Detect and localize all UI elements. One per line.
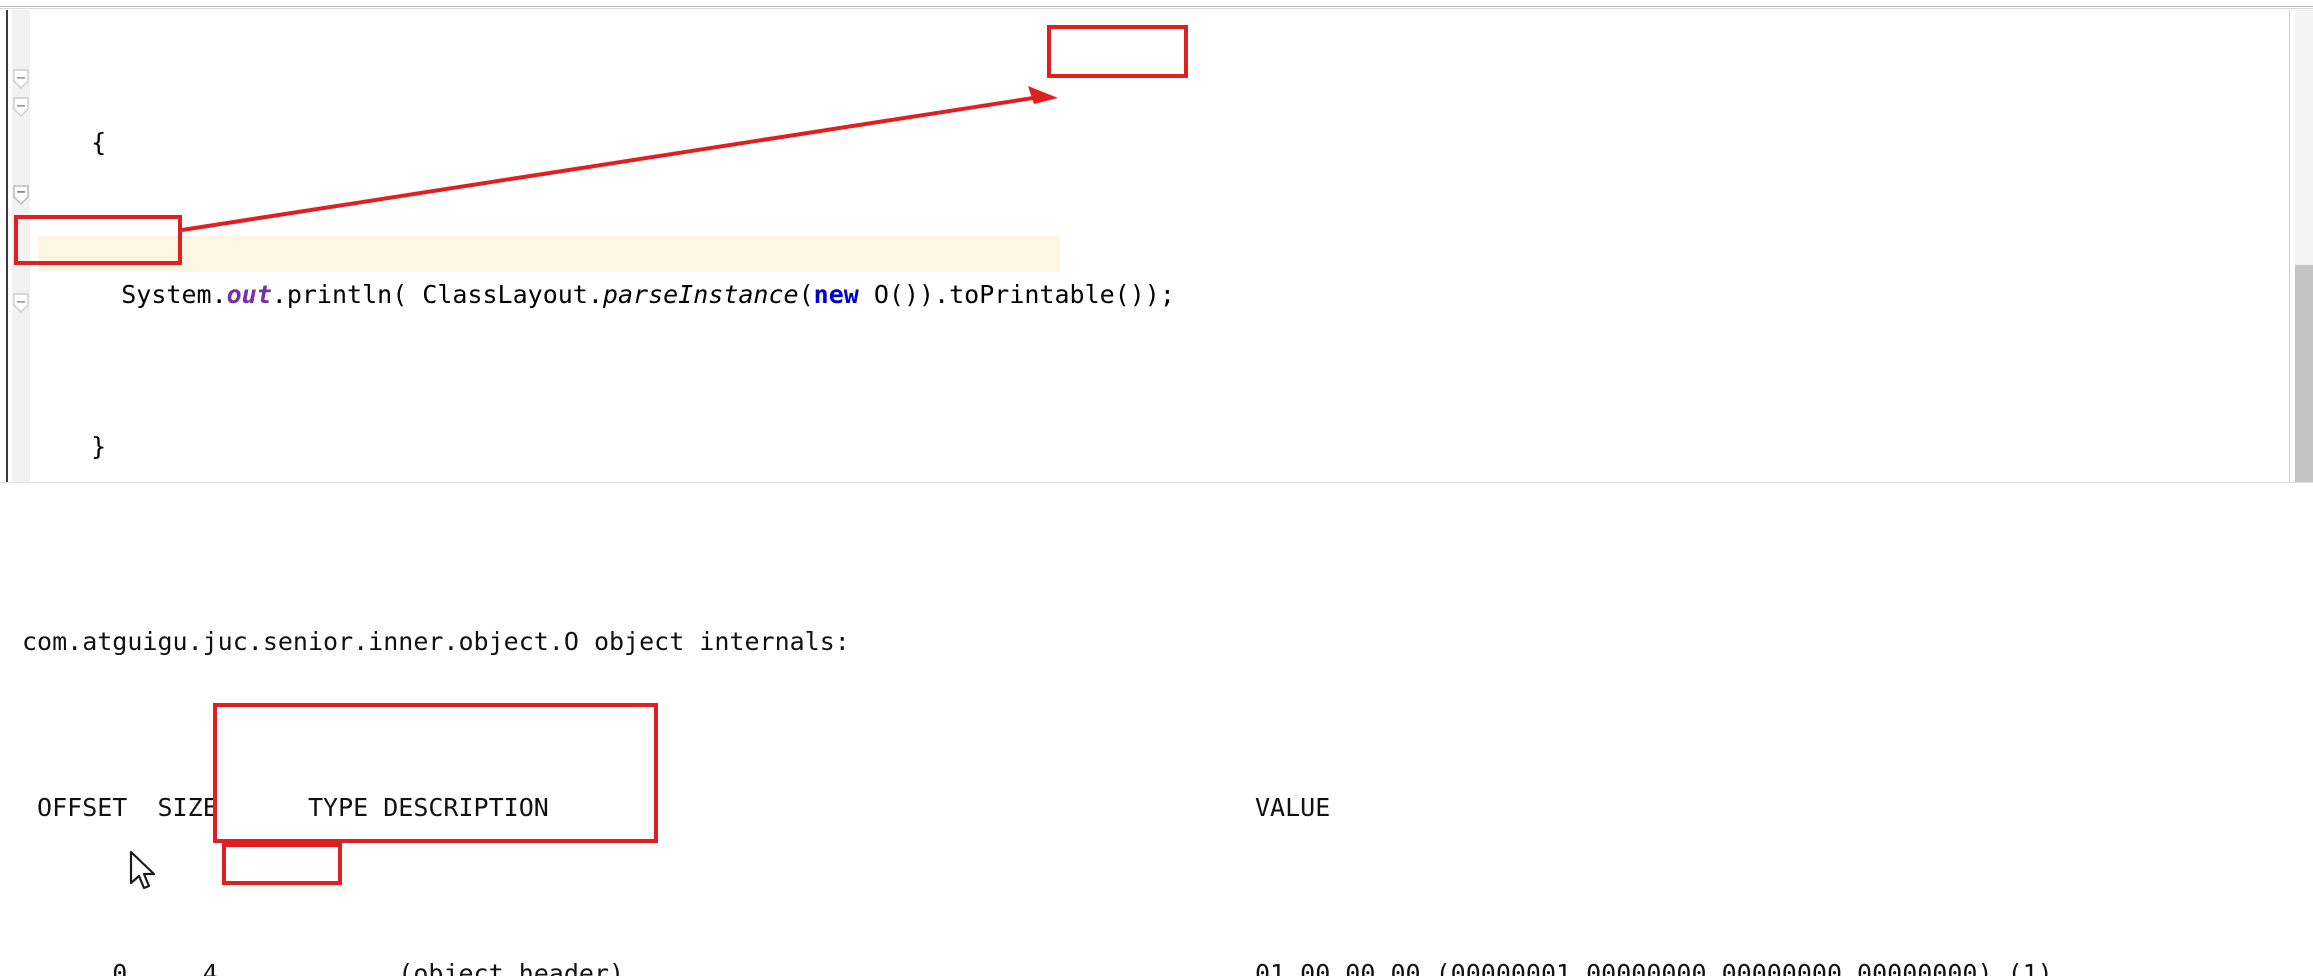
code-line: { (38, 124, 2313, 162)
console-separator (0, 482, 2313, 483)
code-token: } (46, 432, 107, 461)
console-line-header: com.atguigu.juc.senior.inner.object.O ob… (0, 621, 2313, 663)
code-token: O()).toPrintable()); (858, 280, 1175, 309)
code-token: { (46, 128, 107, 157)
top-divider-line (0, 6, 2313, 7)
screenshot-root: { System.out.println( ClassLayout.parseI… (0, 0, 2313, 976)
console-line-columns: OFFSET SIZE TYPE DESCRIPTION VALUE (0, 787, 2313, 829)
scrollbar-thumb[interactable] (2295, 265, 2313, 482)
code-token-out: out (226, 280, 272, 309)
console-column-header-value: VALUE (1255, 792, 1331, 822)
code-token-new: new (813, 280, 859, 309)
console-row-header0: 0 4 (object header) 01 00 00 00 (0000000… (0, 953, 2313, 976)
console-row-value: 01 00 00 00 (00000001 00000000 00000000 … (1255, 958, 2053, 976)
code-token: System. (46, 280, 227, 309)
console-column-headers: OFFSET SIZE TYPE DESCRIPTION (22, 792, 549, 822)
fold-collapse-icon[interactable] (12, 68, 30, 90)
code-token-parseinstance: parseInstance (602, 280, 799, 309)
console-row-left: 0 4 (object header) (22, 958, 625, 976)
fold-expand-icon[interactable] (12, 184, 30, 206)
fold-collapse-icon[interactable] (12, 292, 30, 314)
console-output-pane[interactable]: com.atguigu.juc.senior.inner.object.O ob… (0, 482, 2313, 976)
code-line: } (38, 428, 2313, 466)
console-text: com.atguigu.juc.senior.inner.object.O ob… (0, 496, 2313, 976)
gutter-edge (6, 10, 8, 482)
scrollbar-separator (2289, 10, 2290, 482)
editor-vertical-scrollbar[interactable] (2289, 10, 2313, 482)
console-header-text: com.atguigu.juc.senior.inner.object.O ob… (22, 626, 850, 656)
window-top-edge (0, 0, 2313, 10)
code-token: .println( ClassLayout. (271, 280, 603, 309)
code-token: ( (798, 280, 814, 309)
code-editor-pane[interactable]: { System.out.println( ClassLayout.parseI… (0, 10, 2313, 482)
code-line: System.out.println( ClassLayout.parseIns… (38, 276, 2313, 314)
fold-collapse-icon[interactable] (12, 96, 30, 118)
editor-gutter[interactable] (0, 10, 38, 482)
top-divider-line-secondary (0, 8, 2313, 9)
code-text-area[interactable]: { System.out.println( ClassLayout.parseI… (38, 10, 2313, 482)
